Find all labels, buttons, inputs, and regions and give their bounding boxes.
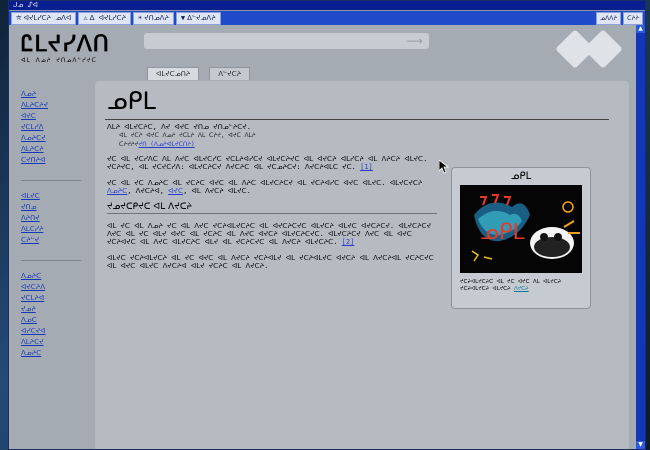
sidebar-item[interactable]: ᔪᑎᓄ: [21, 202, 85, 213]
caption-text: ᔪᑕᔨᐊᒪᔪᑕᔨᑕ ᐊᒪ ᔪᑕ ᐊᔪᑕ ᐱᒪ ᐊᒪᔪᑕᔨ ᔪᑕᔨᐊᒪᔪᑕᔨ ᐊᒪ…: [460, 279, 562, 292]
page-content: Ꮭᒪᔪᓯᐱᑎ ᐊᒪ ᐱᓄᔨ ᔪᑎᓄᐱᓪᓯᔪᑕ ⟶ ᐊᒪᔪᑕᓄᑎᔨ ᐱᓪᔪᑕᔨ ᐱ…: [9, 25, 645, 449]
scrollbar[interactable]: ▲ ▼: [636, 25, 645, 449]
sidebar-item[interactable]: ᐱᒪᔨᑕᔨᔪ: [21, 100, 85, 111]
tab-control-2[interactable]: ᑕᔨᔨ: [623, 12, 643, 25]
infobox-title: ᓄᑭᒪ: [510, 171, 532, 182]
tab-4-icon: ▼: [180, 13, 186, 22]
scroll-down-icon[interactable]: ▼: [636, 441, 645, 449]
sidebar-item[interactable]: ᐱᓄᑕ: [21, 315, 85, 326]
search-input[interactable]: ⟶: [144, 33, 429, 49]
sidebar-item[interactable]: ᐱᓄᔨᑕ: [21, 348, 85, 359]
sidebar-item[interactable]: ᐱᓄᔨ: [21, 89, 85, 100]
infobox-artwork: ᓄᑭᒪ: [460, 185, 582, 273]
tab-control-1[interactable]: ᓄᐱᐱᔨ: [596, 12, 622, 25]
paragraph-text: , ᐊᒪ ᐱᔪᑕᔨ ᐊᒪᔪᑕ.: [183, 187, 251, 195]
sidebar-item[interactable]: ᐊᔪᑕ: [21, 111, 85, 122]
section-heading: ᔪᓄᔪᑕᑭᔪᑕ ᐊᒪ ᐱᔪᑕᔨ: [107, 202, 193, 212]
site-logo[interactable]: Ꮭᒪᔪᓯᐱᑎ ᐊᒪ ᐱᓄᔨ ᔪᑎᓄᐱᓪᓯᔪᑕ: [21, 31, 141, 71]
page-title: ᓄᑭᒪ: [107, 87, 156, 115]
hatnote-2-text: ᑕᔨᔪᔨᔪ: [119, 141, 139, 148]
citation-link[interactable]: [2]: [342, 238, 355, 246]
sidebar-item[interactable]: ᐱᒪᔨᑕᔨ: [21, 144, 85, 155]
hatnote-2: ᑕᔨᔪᔨᔪᔪᑎ (ᐱᓄᔨᐊᒪᔪᑕᑎᔨ): [119, 141, 437, 149]
sidebar-item[interactable]: ᐱᓄᔨᑕᔪ: [21, 133, 85, 144]
hatnote-1: ᐊᒪ ᔪᑕᔨ ᐊᔪᑕ ᐱᓄᔨ ᔪᑕᒪᔨ ᐱᒪ ᑕᔨᔪ, ᐊᔪᑕ ᐱᒪᔨ: [119, 132, 256, 139]
tab-1-icon: ⛤: [16, 13, 22, 22]
paragraph: ᔪᑕ ᐊᒪ ᔪᑕ ᐱᓄᔨᑕ ᐊᒪ ᔪᑕᔨᑕ ᐊᔪᑕ ᐊᒪ ᐱᔨᑕ ᐊᒪᔪᑕᔨᑕᔪ…: [107, 179, 437, 195]
page-tab-talk[interactable]: ᐱᓪᔪᑕᔨ: [209, 67, 251, 80]
sidebar-item[interactable]: ᔪᑕᒪᔨᐊ: [21, 293, 85, 304]
page-tab-article[interactable]: ᐊᒪᔪᑕᓄᑎᔨ: [147, 67, 200, 80]
sidebar-item[interactable]: ᐊᒪᔪᑕ: [21, 191, 85, 202]
sidebar-item[interactable]: ᐱᒪᔨᑕᔪ: [21, 337, 85, 348]
paragraph-text: ᐊᒪᔪᑕᔪᑕᔨ: [389, 179, 423, 187]
scroll-up-icon[interactable]: ▲: [636, 25, 645, 33]
intro-line: ᐱᒪᔨ ᐊᒪᔪᑕᔨᑕ, ᐱᔪ ᐊᔪᑕ ᔪᑎᓄ ᔪᑎᓄᓪᔨᑕᔪ.: [107, 123, 251, 131]
sidebar-item[interactable]: ᐊᓯᑕᔪᐊ: [21, 326, 85, 337]
paragraph-text: , ᐱᔪᑕᔨᐊ,: [127, 187, 164, 195]
sidebar-item[interactable]: ᐊᔪᑕᔨᐱ: [21, 282, 85, 293]
infobox: ᓄᑭᒪ ᓄᑭᒪ ᔪᑕᔨᐊᒪᔪᑕᔨᑕ ᐊᒪ ᔪᑕ ᐊᔪᑕ ᐱᒪ ᐊᒪᔪᑕᔨ ᔪᑕᔨ…: [451, 167, 591, 309]
citation-link[interactable]: [1]: [360, 163, 373, 171]
paragraph-text: ᐊᒪ ᔪᑕ ᐊᒪ ᐱᓄᔨ ᔪᑕ ᐊᒪ ᐱᔪᑕ ᔪᑕᔨᐊᒪᔪᑕᔨᑕ ᐊᒪ ᐊᔪᑕᔨ…: [107, 222, 431, 246]
hex-shape-right: [583, 29, 623, 69]
page-tabs: ᐊᒪᔪᑕᓄᑎᔨ ᐱᓪᔪᑕᔨ: [147, 67, 251, 80]
article-body: ᐱᒪᔨ ᐊᒪᔪᑕᔨᑕ, ᐱᔪ ᐊᔪᑕ ᔪᑎᓄ ᔪᑎᓄᓪᔨᑕᔪ. ᐊᒪ ᔪᑕᔨ ᐊ…: [107, 123, 437, 278]
paragraph: ᐊᒪᔪᑕ ᔪᑕᔨᐊᒪᔪᑕᔨ ᐊᒪ ᔪᑕ ᐊᔪᑕ ᐊᒪ ᐱᔪᑕᔨ ᔪᑕᔨᐊᒪᔪ ᐊ…: [107, 254, 434, 270]
tab-4-label: ᐃᓪᔪᓄᐱᔨ: [187, 13, 216, 22]
tab-controls: ᓄᐱᐱᔨ ᑕᔨᔨ: [596, 12, 643, 25]
sidebar-divider: [21, 180, 81, 181]
logo-mark: Ꮭᒪᔪᓯᐱᑎ: [21, 31, 110, 57]
header-decoration: [555, 29, 627, 69]
svg-text:ᓄᑭᒪ: ᓄᑭᒪ: [480, 220, 526, 245]
search-arrow-icon[interactable]: ⟶: [406, 34, 423, 48]
window-title: ᒍᓄ ᔑᐊ: [9, 1, 645, 10]
tab-2[interactable]: ⚠ ᐃ ᐊᔪᒪᓯᑕᔨ: [78, 11, 131, 25]
logo-tagline: ᐊᒪ ᐱᓄᔨ ᔪᑎᓄᐱᓪᓯᔪᑕ: [21, 57, 97, 64]
tab-bar: ⛤ ᐊᔪᒪᓯᑕᔨ ᓄᐱᐊ ⚠ ᐃ ᐊᔪᒪᓯᑕᔨ ☀ ᔪᑎᓄᐱᔨ ▼ ᐃᓪᔪᓄᐱᔨ ᓄᐱᐱ…: [9, 11, 645, 25]
tab-3-label: ᔪᑎᓄᐱᔨ: [144, 13, 169, 22]
infobox-caption: ᔪᑕᔨᐊᒪᔪᑕᔨᑕ ᐊᒪ ᔪᑕ ᐊᔪᑕ ᐱᒪ ᐊᒪᔪᑕᔨ ᔪᑕᔨᐊᒪᔪᑕᔨ ᐊᒪ…: [460, 279, 582, 292]
paragraph: ᔪᑕ ᐊᒪ ᔪᑕᓯᐱᑕ ᐱᒪ ᐱᔪᑕ ᐊᒪᔪᑕᓯᑕ ᔪᑕᒪᔨᐊᓯᑕᔪ ᐊᒪᔪᑕᔨ…: [107, 155, 437, 171]
sidebar-group-3: ᐱᓄᔨᑕ ᐊᔪᑕᔨᐱ ᔪᑕᒪᔨᐊ ᔪᓄᔨ ᐱᓄᑕ ᐊᓯᑕᔪᐊ ᐱᒪᔨᑕᔪ ᐱᓄᔨ…: [21, 271, 85, 359]
inline-link[interactable]: ᐱᓄᔨᑕ: [107, 187, 127, 195]
paragraph-text: ᔪᑕ ᐊᒪ ᔪᑕᓯᐱᑕ ᐱᒪ ᐱᔪᑕ ᐊᒪᔪᑕᓯᑕ ᔪᑕᒪᔨᐊᓯᑕᔪ ᐊᒪᔪᑕᔨ…: [107, 155, 428, 171]
infobox-image[interactable]: ᓄᑭᒪ: [460, 185, 582, 273]
tab-4[interactable]: ▼ ᐃᓪᔪᓄᐱᔨ: [175, 11, 221, 25]
paragraph-text: ᔪᑕ ᐊᒪ ᔪᑕ ᐱᓄᔨᑕ ᐊᒪ ᔪᑕᔨᑕ ᐊᔪᑕ ᐊᒪ ᐱᔨᑕ ᐊᒪᔪᑕᔨᑕᔪ…: [107, 179, 386, 187]
sidebar-item[interactable]: ᐱᔨᑎᔪ: [21, 213, 85, 224]
sidebar-divider: [21, 260, 81, 261]
sidebar-item[interactable]: ᐱᒪᑕᓯᔨ: [21, 224, 85, 235]
sidebar-item[interactable]: ᑕᔨᓪᔪ: [21, 235, 85, 246]
sidebar-group-1: ᐱᓄᔨ ᐱᒪᔨᑕᔨᔪ ᐊᔪᑕ ᔪᑕᒪᓯᐱ ᐱᓄᔨᑕᔪ ᐱᒪᔨᑕᔨ ᑕᔪᑎᔨᐊ: [21, 89, 85, 166]
sidebar: ᐱᓄᔨ ᐱᒪᔨᑕᔨᔪ ᐊᔪᑕ ᔪᑕᒪᓯᐱ ᐱᓄᔨᑕᔪ ᐱᒪᔨᑕᔨ ᑕᔪᑎᔨᐊ ᐊ…: [21, 89, 85, 369]
tab-2-label: ᐃ ᐊᔪᒪᓯᑕᔨ: [89, 13, 126, 22]
tab-3[interactable]: ☀ ᔪᑎᓄᐱᔨ: [132, 11, 174, 25]
tab-1-label: ᐊᔪᒪᓯᑕᔨ ᓄᐱᐊ: [23, 13, 72, 22]
article-panel: ᓄᑭᒪ ᐱᒪᔨ ᐊᒪᔪᑕᔨᑕ, ᐱᔪ ᐊᔪᑕ ᔪᑎᓄ ᔪᑎᓄᓪᔨᑕᔪ. ᐊᒪ ᔪ…: [95, 81, 629, 449]
browser-window: ᒍᓄ ᔑᐊ ⛤ ᐊᔪᒪᓯᑕᔨ ᓄᐱᐊ ⚠ ᐃ ᐊᔪᒪᓯᑕᔨ ☀ ᔪᑎᓄᐱᔨ ▼ ᐃᓪᔪᓄ…: [8, 0, 646, 450]
sidebar-item[interactable]: ᔪᓄᔨ: [21, 304, 85, 315]
sidebar-item[interactable]: ᑕᔪᑎᔨᐊ: [21, 155, 85, 166]
inline-link[interactable]: ᐊᔪᑕ: [168, 187, 183, 195]
caption-link[interactable]: ᐱᔪᑕᔨ: [514, 286, 529, 292]
sidebar-item[interactable]: ᔪᑕᒪᓯᐱ: [21, 122, 85, 133]
section-divider: [107, 213, 437, 214]
sidebar-group-2: ᐊᒪᔪᑕ ᔪᑎᓄ ᐱᔨᑎᔪ ᐱᒪᑕᓯᔨ ᑕᔨᓪᔪ: [21, 191, 85, 246]
paragraph: ᐊᒪ ᔪᑕ ᐊᒪ ᐱᓄᔨ ᔪᑕ ᐊᒪ ᐱᔪᑕ ᔪᑕᔨᐊᒪᔪᑕᔨᑕ ᐊᒪ ᐊᔪᑕᔨ…: [107, 222, 437, 246]
cursor-icon: [438, 159, 450, 178]
tab-3-icon: ☀: [137, 13, 143, 22]
tab-1[interactable]: ⛤ ᐊᔪᒪᓯᑕᔨ ᓄᐱᐊ: [11, 11, 77, 25]
title-divider: [105, 119, 609, 120]
tab-2-icon: ⚠: [83, 13, 88, 22]
sidebar-item[interactable]: ᐱᓄᔨᑕ: [21, 271, 85, 282]
hatnote-link[interactable]: ᔪᑎ (ᐱᓄᔨᐊᒪᔪᑕᑎᔨ): [138, 141, 194, 148]
